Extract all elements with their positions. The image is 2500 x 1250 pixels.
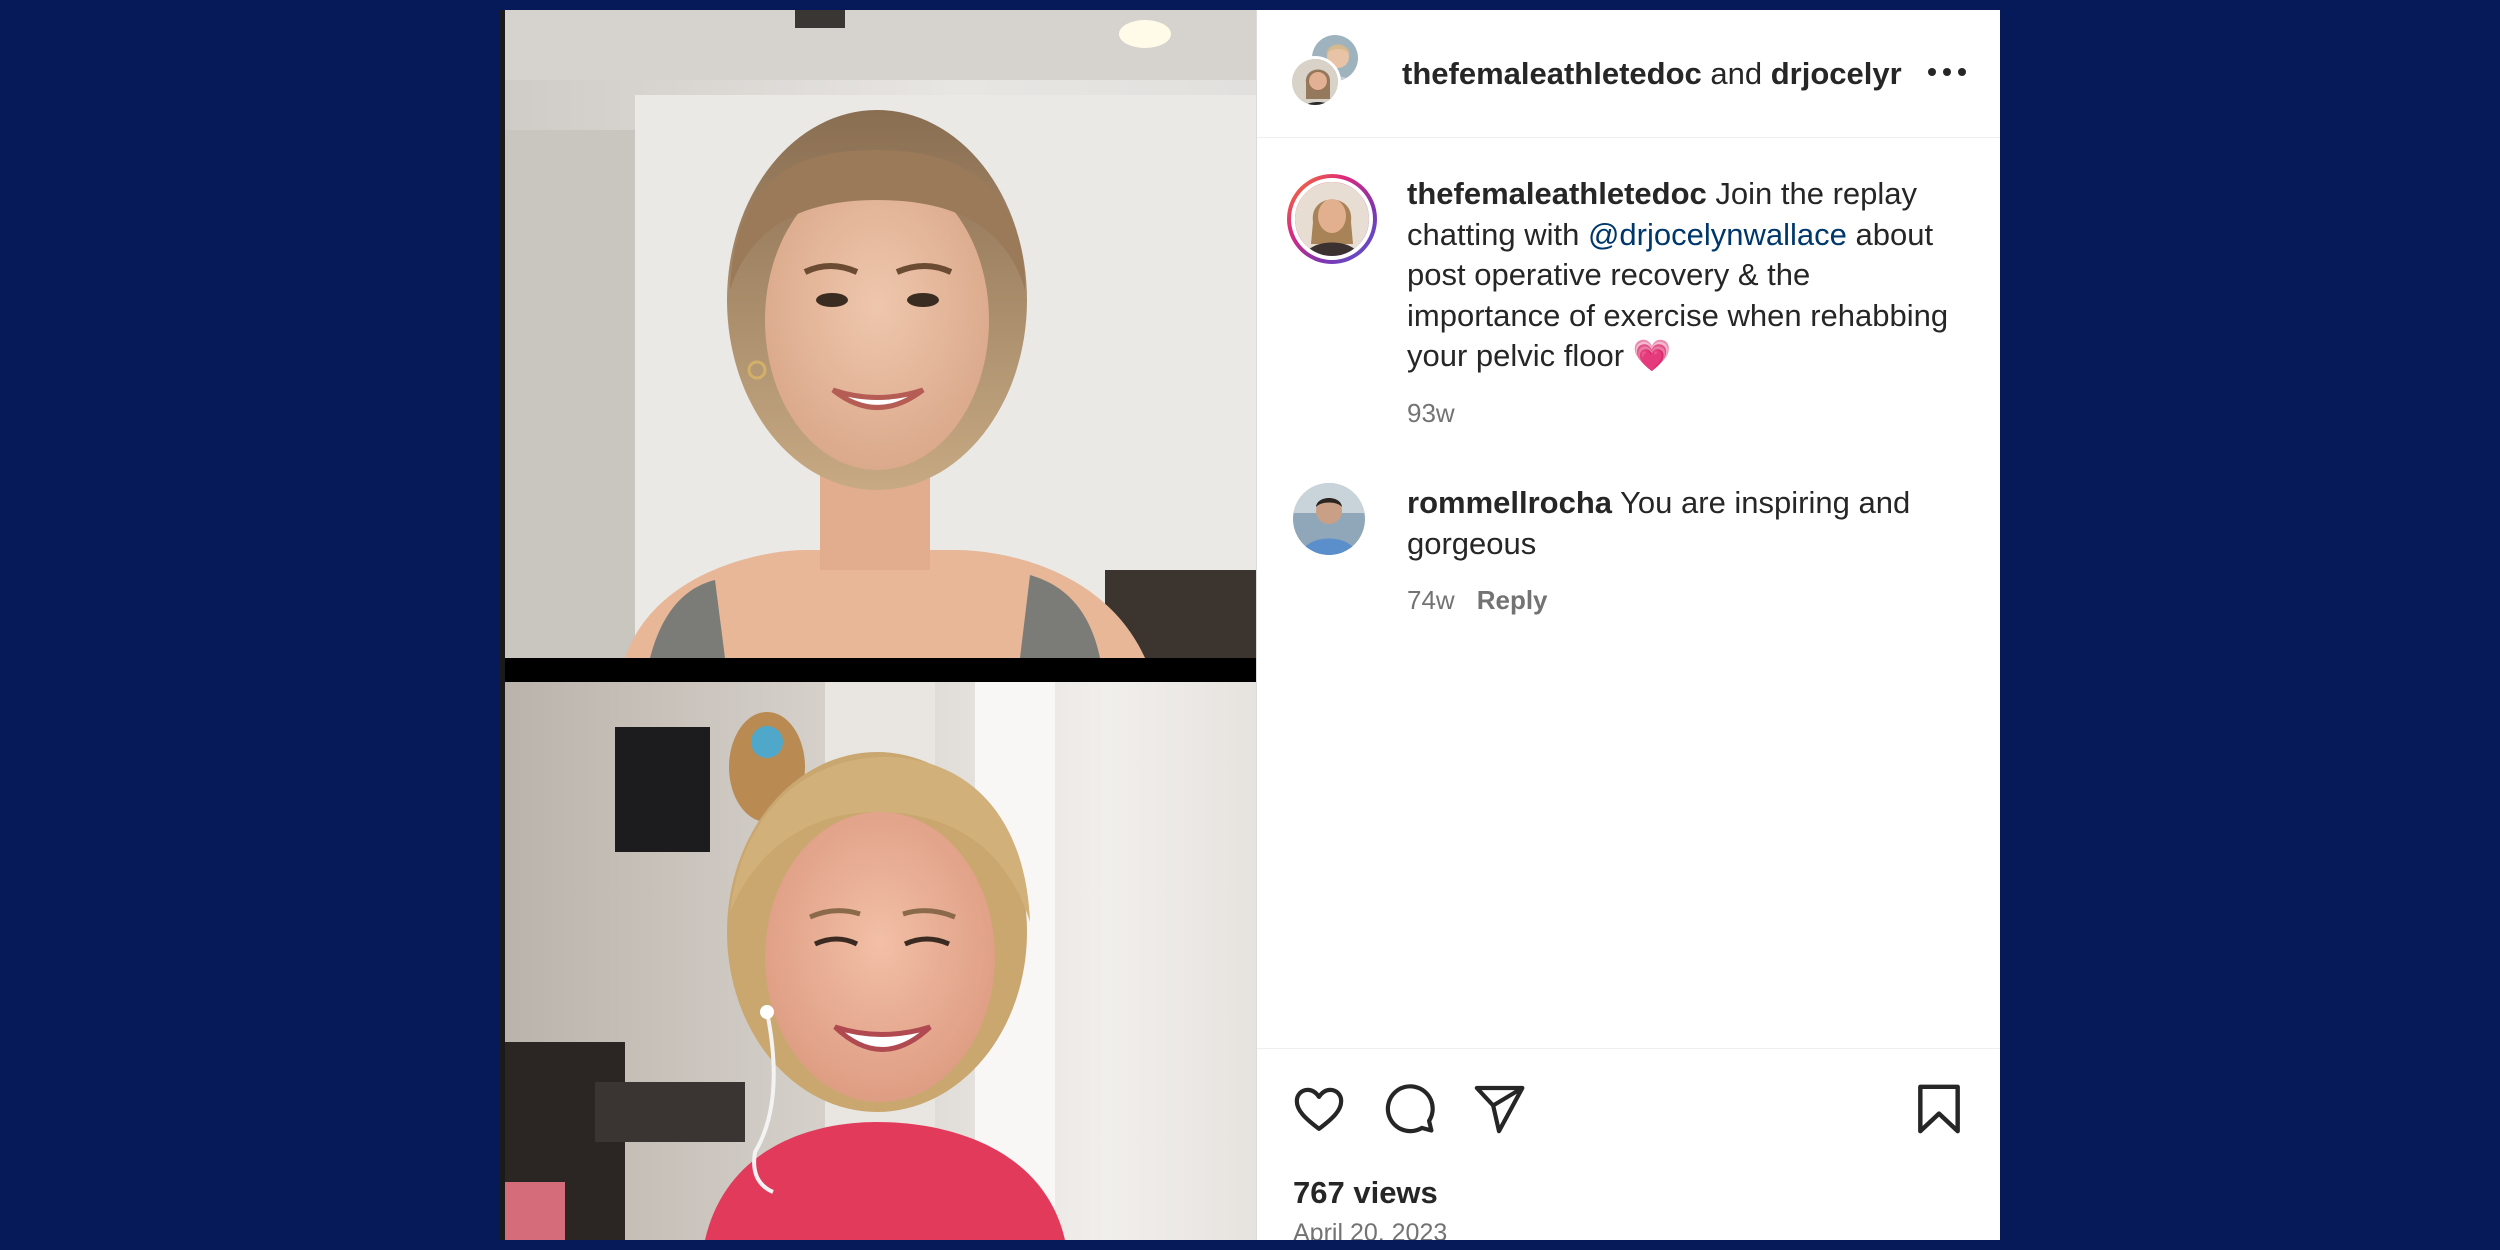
header-username-1[interactable]: thefemaleathletedoc [1402, 56, 1702, 91]
collab-avatars[interactable] [1289, 32, 1369, 112]
comment-icon-glyph [1385, 1084, 1435, 1134]
video-pane-bottom [505, 682, 1256, 1240]
avatar-image [1293, 483, 1365, 555]
comment-avatar[interactable] [1293, 483, 1365, 555]
heart-emoji: 💗 [1632, 338, 1672, 373]
avatar-image [1295, 182, 1369, 256]
avatar [1289, 56, 1341, 108]
post-date[interactable]: April 20, 2023 [1293, 1219, 1447, 1240]
comments-section: thefemaleathletedoc Join the replay chat… [1257, 138, 2000, 1048]
action-bar: 767 views April 20, 2023 [1257, 1048, 2000, 1240]
post-header: thefemaleathletedoc and drjocelyr [1257, 10, 2000, 138]
comment-timestamp[interactable]: 74w [1407, 585, 1455, 615]
share-icon[interactable] [1471, 1081, 1527, 1137]
video-frame-bottom [505, 682, 1256, 1240]
post-header-title: thefemaleathletedoc and drjocelyr [1402, 56, 1902, 92]
comment-meta: 74w Reply [1407, 580, 1967, 621]
reply-button[interactable]: Reply [1477, 585, 1548, 615]
more-horizontal-icon[interactable] [1925, 60, 1969, 84]
caption-username[interactable]: thefemaleathletedoc [1407, 176, 1707, 211]
more-horizontal-icon-glyph [1928, 68, 1966, 76]
header-username-2[interactable]: drjocelyr [1771, 56, 1902, 91]
share-icon-glyph [1474, 1085, 1525, 1134]
heart-icon[interactable] [1291, 1081, 1347, 1137]
avatar [1291, 178, 1373, 260]
heart-icon-glyph [1294, 1087, 1344, 1131]
view-count[interactable]: 767 views [1293, 1175, 1438, 1211]
caption-text: thefemaleathletedoc Join the replay chat… [1407, 174, 1967, 433]
header-joiner: and [1710, 56, 1763, 91]
post-media[interactable] [500, 10, 1256, 1240]
caption-mention-link[interactable]: @drjocelynwallace [1588, 217, 1847, 252]
avatar-image [1292, 59, 1338, 105]
bookmark-icon[interactable] [1911, 1081, 1967, 1137]
caption-meta: 93w [1407, 393, 1967, 434]
video-frame-top [505, 10, 1256, 658]
post-modal: thefemaleathletedoc and drjocelyr thefem… [500, 10, 2000, 1240]
post-details: thefemaleathletedoc and drjocelyr thefem… [1256, 10, 2000, 1240]
caption-timestamp[interactable]: 93w [1407, 398, 1455, 428]
caption-avatar[interactable] [1287, 174, 1377, 264]
comment-username[interactable]: rommellrocha [1407, 485, 1612, 520]
comment-icon[interactable] [1381, 1081, 1437, 1137]
bookmark-icon-glyph [1918, 1084, 1960, 1134]
video-pane-top [505, 10, 1256, 658]
comment-text: rommellrocha You are inspiring and gorge… [1407, 483, 1967, 621]
